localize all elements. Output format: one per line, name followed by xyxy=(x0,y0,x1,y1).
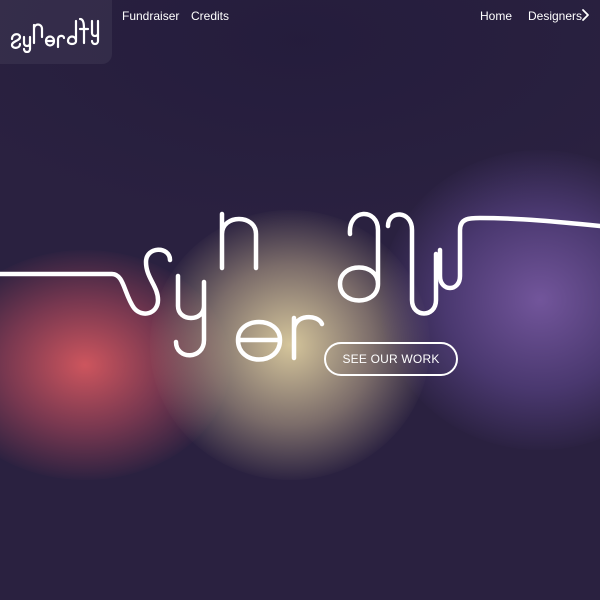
nav-link-credits[interactable]: Credits xyxy=(191,9,229,23)
synergy-hero-wordmark xyxy=(0,211,600,362)
nav-link-home[interactable]: Home xyxy=(480,9,512,23)
chevron-right-icon[interactable] xyxy=(580,8,590,22)
nav-link-fundraiser[interactable]: Fundraiser xyxy=(122,9,179,23)
page: Fundraiser Credits Home Designers SEE OU… xyxy=(0,0,600,600)
nav-link-designers[interactable]: Designers xyxy=(528,9,582,23)
see-our-work-button[interactable]: SEE OUR WORK xyxy=(324,342,458,376)
top-navigation: Fundraiser Credits Home Designers xyxy=(0,0,600,32)
